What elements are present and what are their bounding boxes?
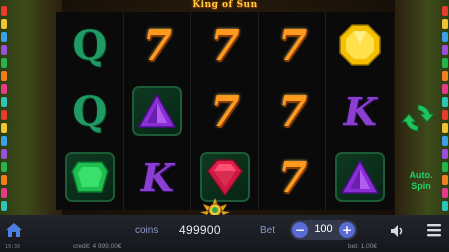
purple-gem-icon [124,78,192,144]
reel-3: 77 [191,12,259,210]
payline-marker [442,6,448,16]
auto-spin-label-line1: Auto. [409,170,433,180]
bet-label: Bet [260,225,276,236]
reel-1: QQ [56,12,124,210]
symbol-7-text: 7 [210,86,240,136]
menu-icon[interactable] [426,222,442,237]
payline-marker [442,45,448,55]
right-paylines-strip [441,0,449,215]
bet-decrease-button[interactable]: − [292,222,308,238]
reel-4: 7 7 7 [259,12,327,210]
payline-marker [1,6,7,16]
payline-marker [442,84,448,94]
symbol-q-text: Q [72,21,108,69]
symbol-7-text: 7 [277,86,308,136]
bet-money-text: bet: 1,00€ [348,243,377,250]
symbol-k-text: K [140,154,174,200]
symbol-7-text: 7 [277,20,308,70]
payline-marker [442,136,448,146]
bottom-control-bar [0,215,449,252]
payline-marker [1,84,7,94]
payline-marker [442,188,448,198]
payline-marker [1,201,7,211]
yellow-gem-icon [326,12,394,78]
bet-value: 100 [314,223,333,235]
payline-marker [1,110,7,120]
payline-marker [1,175,7,185]
payline-marker [442,97,448,107]
symbol-7: 7 [124,12,192,78]
symbol-7-text: 7 [277,152,308,202]
symbol-7: 7 [191,12,259,78]
symbol-7-text: 7 [210,20,240,70]
payline-marker [1,149,7,159]
auto-spin-button[interactable]: Auto. Spin [401,170,441,192]
payline-marker [442,201,448,211]
reel-5: K [326,12,394,210]
bet-increase-button[interactable]: + [339,222,355,238]
left-paylines-strip [0,0,8,215]
coins-value: 499900 [179,223,221,237]
symbol-q: Q [56,78,124,144]
symbol-7: 7 [259,78,327,144]
reels-area: QQ7K77777K [56,12,394,210]
symbol-k-text: K [343,88,377,134]
payline-marker [442,175,448,185]
symbol-7: 7 [259,12,327,78]
speaker-icon[interactable] [390,223,406,237]
payline-marker [442,19,448,29]
coins-label: coins [135,225,159,236]
symbol-7-text: 7 [142,20,172,70]
payline-marker [442,149,448,159]
payline-marker [1,58,7,68]
symbol-7: 7 [191,78,259,144]
sun-emblem-icon [197,196,233,217]
payline-marker [1,32,7,42]
payline-marker [1,45,7,55]
payline-marker [1,19,7,29]
payline-marker [1,97,7,107]
green-gem-icon [56,144,124,210]
payline-marker [1,162,7,172]
symbol-k: K [124,144,192,210]
payline-marker [442,162,448,172]
reel-2: 7K [124,12,192,210]
symbol-q-text: Q [72,87,108,135]
purple-gem-icon [326,144,394,210]
payline-marker [442,58,448,68]
left-vines-decoration [0,0,62,215]
bet-stepper: − 100 + [290,220,357,240]
game-title: King of Sun [192,0,258,10]
credit-text: credit: 4 999,00€ [73,243,122,250]
payline-marker [1,136,7,146]
refresh-spin-icon[interactable] [399,100,437,136]
payline-marker [1,71,7,81]
symbol-k: K [326,78,394,144]
auto-spin-label-line2: Spin [411,181,431,191]
payline-marker [442,32,448,42]
payline-marker [1,188,7,198]
home-icon[interactable] [5,222,23,238]
clock-text: 19:39 [5,244,21,250]
payline-marker [442,123,448,133]
payline-marker [442,71,448,81]
payline-marker [1,123,7,133]
symbol-q: Q [56,12,124,78]
symbol-7: 7 [259,144,327,210]
payline-marker [442,110,448,120]
